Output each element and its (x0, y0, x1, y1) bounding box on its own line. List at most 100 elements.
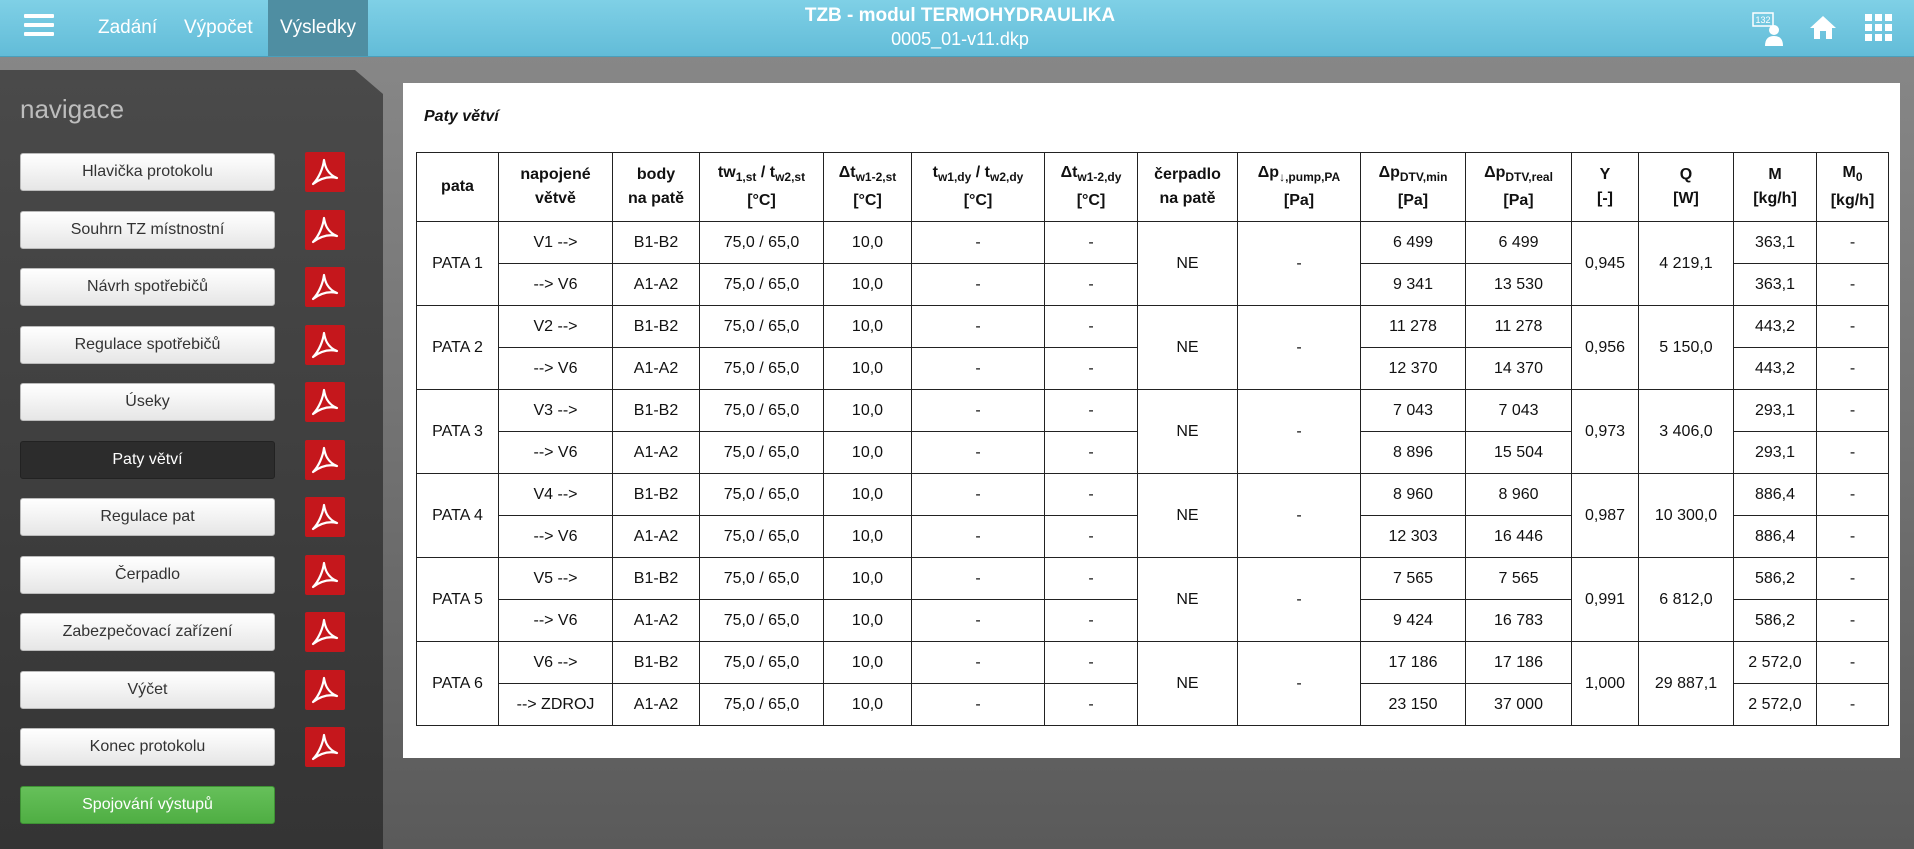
cell-dp-min: 12 370 (1360, 347, 1466, 390)
cell-tw-dy: - (911, 431, 1045, 474)
pdf-icon[interactable] (305, 439, 345, 480)
nav-button-11[interactable]: Konec protokolu (20, 728, 275, 766)
cell-tw-dy: - (911, 515, 1045, 558)
nav-button-6[interactable]: Paty větví (20, 440, 275, 479)
nav-button-3[interactable]: Návrh spotřebičů (20, 268, 275, 306)
pdf-icon[interactable] (305, 324, 345, 365)
cell-cerpadlo: NE (1137, 305, 1238, 390)
cell-m: 363,1 (1733, 263, 1817, 306)
nav-button-5[interactable]: Úseky (20, 383, 275, 421)
pdf-icon[interactable] (305, 209, 345, 250)
cell-dtw-st: 10,0 (823, 641, 912, 684)
pdf-icon[interactable] (305, 612, 345, 652)
cell-dtw-dy: - (1044, 473, 1138, 516)
table-header-row: pata napojené větvě body na patě tw1,st / … (416, 152, 1889, 222)
cell-m: 293,1 (1733, 431, 1817, 474)
cell-dp-real: 6 499 (1465, 221, 1572, 264)
table-row: PATA 5 V5 --> B1-B2 75,0 / 65,0 10,0- - NE -7 5… (416, 557, 1889, 642)
tab-vypocet[interactable]: Výpočet (172, 0, 265, 56)
cell-dtw-dy: - (1044, 431, 1138, 474)
header-dp-real: ΔpDTV,real [Pa] (1465, 152, 1572, 222)
cell-m0: - (1816, 221, 1889, 264)
nav-button-10[interactable]: Výčet (20, 670, 275, 709)
cell-dp-real: 11 278 (1465, 305, 1572, 348)
nav-button-9[interactable]: Zabezpečovací zařízení (20, 613, 275, 651)
cell-dtw-dy: - (1044, 263, 1138, 306)
cell-m: 886,4 (1733, 515, 1817, 558)
header-napojene: napojené větvě (498, 152, 613, 222)
cell-napojene: --> V6 (498, 431, 613, 474)
nav-button-4[interactable]: Regulace spotřebičů (20, 325, 275, 364)
cell-tw-dy: - (911, 263, 1045, 306)
cell-tw-dy: - (911, 473, 1045, 516)
cell-pata: PATA 1 (416, 221, 499, 306)
cell-tw-dy: - (911, 389, 1045, 432)
cell-m0: - (1816, 305, 1889, 348)
header-dp-pump: Δp↓,pump,PA [Pa] (1237, 152, 1361, 222)
tab-zadani[interactable]: Zadání (86, 0, 169, 56)
cell-dp-pump: - (1237, 473, 1361, 558)
cell-napojene: V4 --> (498, 473, 613, 516)
cell-dp-real: 37 000 (1465, 683, 1572, 726)
cell-body: A1-A2 (612, 599, 700, 642)
menu-icon[interactable] (24, 14, 54, 40)
cell-m: 886,4 (1733, 473, 1817, 516)
cell-m0: - (1816, 263, 1889, 306)
nav-button-2[interactable]: Souhrn TZ místnostní (20, 210, 275, 249)
table-row: PATA 1 V1 --> B1-B2 75,0 / 65,0 10,0- - NE -6 4… (416, 221, 1889, 306)
cell-dtw-dy: - (1044, 683, 1138, 726)
nav-button-8[interactable]: Čerpadlo (20, 555, 275, 594)
cell-napojene: V1 --> (498, 221, 613, 264)
cell-y: 0,973 (1571, 389, 1639, 474)
header-q: Q [W] (1638, 152, 1734, 222)
cell-tw-dy: - (911, 557, 1045, 600)
cell-q: 3 406,0 (1638, 389, 1734, 474)
pdf-icon[interactable] (305, 267, 345, 307)
user-icon[interactable]: 132 (1752, 12, 1784, 46)
pdf-icon[interactable] (305, 497, 345, 537)
cell-dtw-dy: - (1044, 221, 1138, 264)
cell-tw-dy: - (911, 347, 1045, 390)
cell-dtw-st: 10,0 (823, 263, 912, 306)
cell-m0: - (1816, 683, 1889, 726)
cell-tw-st: 75,0 / 65,0 (699, 431, 824, 474)
cell-dp-min: 11 278 (1360, 305, 1466, 348)
nav-button-7[interactable]: Regulace pat (20, 498, 275, 536)
pdf-icon[interactable] (305, 727, 345, 767)
nav-button-1[interactable]: Hlavička protokolu (20, 153, 275, 191)
home-icon[interactable] (1808, 12, 1840, 44)
table-row: PATA 2 V2 --> B1-B2 75,0 / 65,0 10,0- - NE -11 … (416, 305, 1889, 390)
cell-dp-pump: - (1237, 557, 1361, 642)
cell-m: 363,1 (1733, 221, 1817, 264)
tab-vysledky[interactable]: Výsledky (268, 0, 369, 56)
pdf-icon[interactable] (305, 554, 345, 595)
header-body: body na patě (612, 152, 700, 222)
cell-m0: - (1816, 389, 1889, 432)
pdf-icon[interactable] (305, 152, 345, 192)
cell-q: 5 150,0 (1638, 305, 1734, 390)
cell-body: B1-B2 (612, 305, 700, 348)
header-dtw-st: Δtw1-2,st [°C] (823, 152, 912, 222)
pdf-icon[interactable] (305, 382, 345, 422)
cell-m: 293,1 (1733, 389, 1817, 432)
results-table: pata napojené větvě body na patě tw1,st / … (416, 152, 1889, 726)
table-row: PATA 4 V4 --> B1-B2 75,0 / 65,0 10,0- - NE -8 9… (416, 473, 1889, 558)
cell-dp-real: 7 565 (1465, 557, 1572, 600)
pdf-icon[interactable] (305, 669, 345, 710)
cell-dtw-st: 10,0 (823, 347, 912, 390)
merge-outputs-button[interactable]: Spojování výstupů (20, 785, 275, 824)
cell-tw-dy: - (911, 683, 1045, 726)
cell-body: B1-B2 (612, 557, 700, 600)
cell-m0: - (1816, 473, 1889, 516)
cell-dtw-dy: - (1044, 641, 1138, 684)
cell-cerpadlo: NE (1137, 221, 1238, 306)
cell-napojene: V6 --> (498, 641, 613, 684)
cell-y: 0,945 (1571, 221, 1639, 306)
cell-dp-real: 16 446 (1465, 515, 1572, 558)
apps-grid-icon[interactable] (1864, 12, 1896, 44)
cell-body: B1-B2 (612, 641, 700, 684)
cell-tw-st: 75,0 / 65,0 (699, 557, 824, 600)
header-dtw-dy: Δtw1-2,dy [°C] (1044, 152, 1138, 222)
cell-napojene: --> ZDROJ (498, 683, 613, 726)
cell-body: A1-A2 (612, 347, 700, 390)
